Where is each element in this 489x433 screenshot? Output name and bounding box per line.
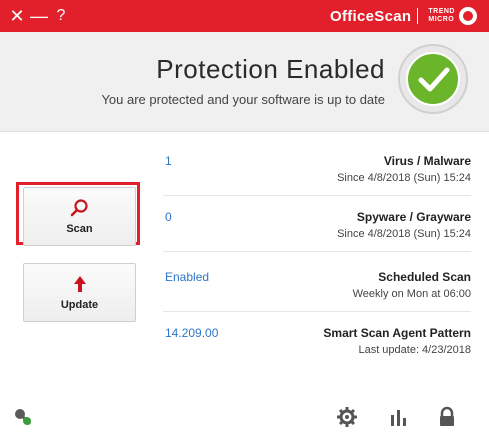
title-bar: ✕ — ? OfficeScan TREND MICRO [0,0,489,32]
status-header: Protection Enabled You are protected and… [0,32,489,132]
virus-label: Virus / Malware [383,154,471,168]
brand-line1: TREND [428,8,455,15]
spyware-count-link[interactable]: 0 [165,210,172,224]
bottom-toolbar [0,400,489,433]
gear-icon[interactable] [336,406,358,428]
magnifier-icon [70,199,88,217]
close-button[interactable]: ✕ [6,5,28,27]
scan-button[interactable]: Scan [23,187,136,246]
page-subtitle: You are protected and your software is u… [101,92,385,107]
brand-logo-icon [459,7,477,25]
status-row-virus: 1 Virus / Malware Since 4/8/2018 (Sun) 1… [163,148,471,196]
brand-name: TREND MICRO [428,8,455,24]
stats-icon[interactable] [388,406,410,428]
protection-status-badge [398,44,468,114]
page-title: Protection Enabled [156,54,385,84]
spyware-since: Since 4/8/2018 (Sun) 15:24 [337,228,471,240]
lock-icon[interactable] [436,406,458,428]
status-row-scheduled-scan: Enabled Scheduled Scan Weekly on Mon at … [163,264,471,312]
logo-divider [417,8,419,24]
scheduled-scan-label: Scheduled Scan [378,270,471,284]
minimize-button[interactable]: — [28,5,50,27]
status-row-pattern: 14.209.00 Smart Scan Agent Pattern Last … [163,320,471,368]
spyware-label: Spyware / Grayware [356,210,471,224]
app-logo: OfficeScan TREND MICRO [330,6,477,26]
scheduled-scan-schedule: Weekly on Mon at 06:00 [352,288,471,300]
product-name: OfficeScan [330,7,412,25]
brand-line2: MICRO [428,16,455,23]
status-row-spyware: 0 Spyware / Grayware Since 4/8/2018 (Sun… [163,204,471,252]
pattern-last-update: Last update: 4/23/2018 [358,344,471,356]
pattern-version-link[interactable]: 14.209.00 [165,326,218,340]
pattern-label: Smart Scan Agent Pattern [323,326,471,340]
update-button[interactable]: Update [23,263,136,322]
scan-button-label: Scan [66,223,93,235]
connection-icon[interactable] [12,406,34,428]
arrow-up-icon [74,276,86,292]
virus-since: Since 4/8/2018 (Sun) 15:24 [337,172,471,184]
checkmark-icon [406,52,460,106]
virus-count-link[interactable]: 1 [165,154,172,168]
scheduled-scan-status-link[interactable]: Enabled [165,270,209,284]
help-button[interactable]: ? [50,5,72,27]
update-button-label: Update [60,299,99,311]
